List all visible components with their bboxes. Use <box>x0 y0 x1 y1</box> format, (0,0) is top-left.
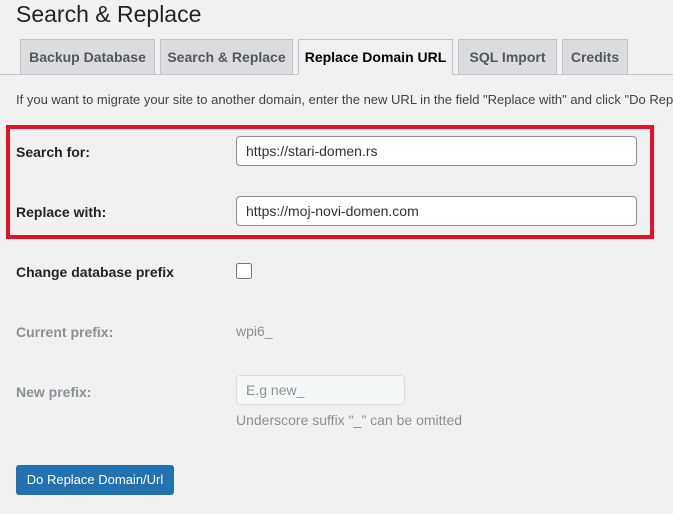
replace-with-label: Replace with: <box>16 204 107 220</box>
page-title: Search & Replace <box>16 1 202 27</box>
tab-sql-import[interactable]: SQL Import <box>458 39 557 75</box>
search-for-input[interactable] <box>236 136 637 166</box>
new-prefix-label: New prefix: <box>16 384 92 400</box>
current-prefix-label: Current prefix: <box>16 324 114 340</box>
new-prefix-input[interactable] <box>236 375 405 405</box>
new-prefix-help: Underscore suffix "_" can be omitted <box>236 412 463 428</box>
tab-backup-database[interactable]: Backup Database <box>20 39 155 75</box>
search-for-label: Search for: <box>16 144 90 160</box>
intro-text: If you want to migrate your site to anot… <box>16 92 673 107</box>
tab-bar: Backup Database Search & Replace Replace… <box>0 39 673 75</box>
change-prefix-checkbox[interactable] <box>236 263 252 279</box>
do-replace-button[interactable]: Do Replace Domain/Url <box>16 465 174 495</box>
tab-credits[interactable]: Credits <box>562 39 628 75</box>
replace-with-input[interactable] <box>236 196 637 226</box>
tab-search-replace[interactable]: Search & Replace <box>160 39 293 75</box>
tab-replace-domain-url[interactable]: Replace Domain URL <box>298 39 453 75</box>
change-prefix-label: Change database prefix <box>16 264 174 280</box>
current-prefix-value: wpi6_ <box>236 323 273 339</box>
